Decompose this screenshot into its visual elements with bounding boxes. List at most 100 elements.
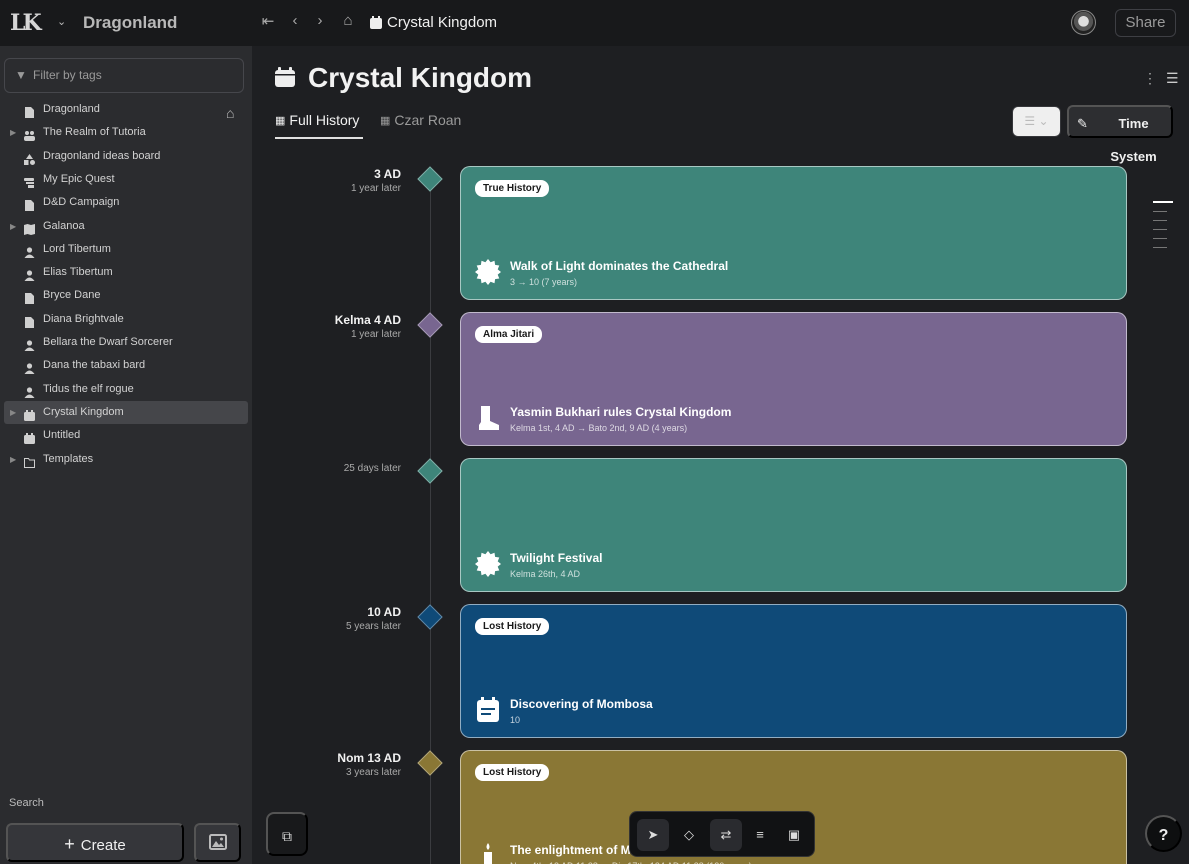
- person-icon: [24, 360, 35, 375]
- event-marker[interactable]: [417, 312, 443, 338]
- image-button[interactable]: [194, 823, 241, 862]
- person-icon: [24, 267, 35, 282]
- copy-icon: ⧉: [282, 828, 292, 844]
- sidebar-item[interactable]: Bellara the Dwarf Sorcerer: [4, 331, 248, 354]
- canvas-toolbar: ➤ ◇ ⇄ ≡ ▣: [629, 811, 815, 857]
- event-tool-button[interactable]: ◇: [673, 819, 705, 851]
- back-icon[interactable]: ‹: [285, 12, 305, 29]
- tag-filter-input[interactable]: ▼ Filter by tags: [4, 58, 244, 93]
- event-relative-time: 3 years later: [345, 767, 401, 778]
- sidebar-item[interactable]: ▶ Templates: [4, 448, 248, 471]
- event-marker[interactable]: [417, 166, 443, 192]
- sidebar-item[interactable]: ▶ The Realm of Tutoria: [4, 121, 248, 144]
- event-marker[interactable]: [417, 458, 443, 484]
- expand-arrow-icon[interactable]: ▶: [10, 448, 16, 471]
- sort-icon: ☰: [1024, 114, 1036, 128]
- event-date: Kelma 4 AD: [334, 313, 401, 327]
- help-button[interactable]: ?: [1145, 815, 1182, 852]
- sidebar-item[interactable]: ▶ Galanoa: [4, 215, 248, 238]
- share-button[interactable]: Share: [1115, 9, 1176, 37]
- sidebar-item[interactable]: Lord Tibertum: [4, 238, 248, 261]
- create-button[interactable]: + Create: [6, 823, 184, 862]
- tab-full-history[interactable]: ▦ Full History: [275, 112, 359, 128]
- event-marker[interactable]: [417, 604, 443, 630]
- sidebar: ▼ Filter by tags Dragonland ⌂ ▶ The Realm o…: [0, 46, 252, 864]
- sidebar-item[interactable]: Dana the tabaxi bard: [4, 354, 248, 377]
- event-title: Twilight Festival: [510, 551, 603, 565]
- sidebar-item-label: Untitled: [43, 429, 81, 442]
- event-card[interactable]: Lost History Discovering of Mombosa 10: [460, 604, 1127, 738]
- sidebar-item[interactable]: My Epic Quest: [4, 168, 248, 191]
- sidebar-item[interactable]: Dragonland ⌂: [4, 98, 248, 121]
- collapse-sidebar-icon[interactable]: ⇤: [258, 12, 278, 30]
- calendar-icon: [370, 16, 382, 29]
- select-tool-button[interactable]: ➤: [637, 819, 669, 851]
- quest-icon: [24, 174, 34, 188]
- calendar-icon: [475, 697, 501, 723]
- world-name[interactable]: Dragonland: [83, 13, 177, 33]
- person-icon: [24, 337, 35, 351]
- event-tag-badge: Alma Jitari: [475, 326, 543, 343]
- sidebar-item-label: Lord Tibertum: [43, 242, 111, 255]
- event-relative-time: 1 year later: [350, 183, 401, 194]
- sidebar-item-label: Dana the tabaxi bard: [43, 359, 146, 372]
- filter-icon: ▼: [15, 68, 27, 82]
- scroll-minimap[interactable]: [1153, 201, 1173, 256]
- connect-tool-button[interactable]: ⇄: [710, 819, 742, 851]
- sidebar-item-label: Tidus the elf rogue: [43, 382, 134, 395]
- event-marker[interactable]: [417, 750, 443, 776]
- sidebar-item[interactable]: Untitled: [4, 424, 248, 447]
- search-link[interactable]: Search: [9, 797, 44, 809]
- event-tag-badge: Lost History: [475, 618, 550, 635]
- sidebar-item[interactable]: Dragonland ideas board: [4, 145, 248, 168]
- candle-icon: [475, 843, 501, 864]
- app-logo[interactable]: LK: [10, 11, 52, 35]
- sidebar-item[interactable]: Diana Brightvale: [4, 308, 248, 331]
- top-bar: LK ⌄ Dragonland ⇤ ‹ › ⌂ Crystal Kingdom …: [0, 0, 1189, 46]
- event-relative-time: 25 days later: [343, 463, 401, 474]
- person-icon: [24, 244, 35, 258]
- document-icon: [24, 314, 34, 328]
- document-icon: [24, 290, 34, 305]
- expand-arrow-icon[interactable]: ▶: [10, 215, 16, 238]
- chevron-down-icon[interactable]: ⌄: [57, 15, 66, 28]
- calendar-icon: [275, 67, 295, 87]
- pointer-icon: ➤: [647, 827, 659, 842]
- event-date: 10 AD: [367, 605, 401, 619]
- sidebar-item[interactable]: Tidus the elf rogue: [4, 378, 248, 401]
- event-date: Nom 13 AD: [337, 751, 401, 765]
- image-icon: [208, 834, 227, 850]
- event-date: 3 AD: [374, 167, 401, 181]
- event-card[interactable]: True History Walk of Light dominates the …: [460, 166, 1127, 300]
- breadcrumb[interactable]: Crystal Kingdom: [370, 14, 497, 31]
- menu-icon[interactable]: ☰: [1166, 70, 1179, 87]
- sidebar-item-label: Galanoa: [43, 219, 85, 232]
- sun-icon: [475, 551, 501, 577]
- event-card[interactable]: Alma Jitari Yasmin Bukhari rules Crystal …: [460, 312, 1127, 446]
- event-card[interactable]: Twilight Festival Kelma 26th, 4 AD: [460, 458, 1127, 592]
- more-options-icon[interactable]: ⋮: [1143, 70, 1157, 87]
- calendar-tool-button[interactable]: ▣: [778, 819, 810, 851]
- calendar-icon: ▣: [787, 827, 801, 842]
- home-icon[interactable]: ⌂: [338, 12, 358, 29]
- sidebar-item[interactable]: ▶ Crystal Kingdom: [4, 400, 248, 424]
- sort-button[interactable]: ☰ ⌄: [1012, 106, 1061, 137]
- sun-icon: [475, 259, 501, 285]
- time-system-button[interactable]: ✎ Time System: [1067, 105, 1173, 164]
- sidebar-item[interactable]: Elias Tibertum: [4, 261, 248, 284]
- event-title: The enlightment of M: [510, 843, 631, 857]
- tab-czar-roan[interactable]: ▦ Czar Roan: [380, 112, 461, 128]
- event-relative-time: 1 year later: [350, 329, 401, 340]
- duplicate-button[interactable]: ⧉: [266, 812, 308, 856]
- expand-arrow-icon[interactable]: ▶: [10, 121, 16, 144]
- event-duration: 3 → 10 (7 years): [510, 277, 578, 287]
- avatar[interactable]: [1071, 10, 1096, 35]
- sidebar-item[interactable]: D&D Campaign: [4, 191, 248, 214]
- filter-placeholder: Filter by tags: [33, 68, 102, 82]
- sidebar-item[interactable]: Bryce Dane: [4, 284, 248, 307]
- shapes-icon: [24, 151, 35, 165]
- forward-icon[interactable]: ›: [310, 12, 330, 29]
- sidebar-item-label: D&D Campaign: [43, 196, 120, 209]
- expand-arrow-icon[interactable]: ▶: [10, 401, 16, 424]
- align-tool-button[interactable]: ≡: [744, 819, 776, 851]
